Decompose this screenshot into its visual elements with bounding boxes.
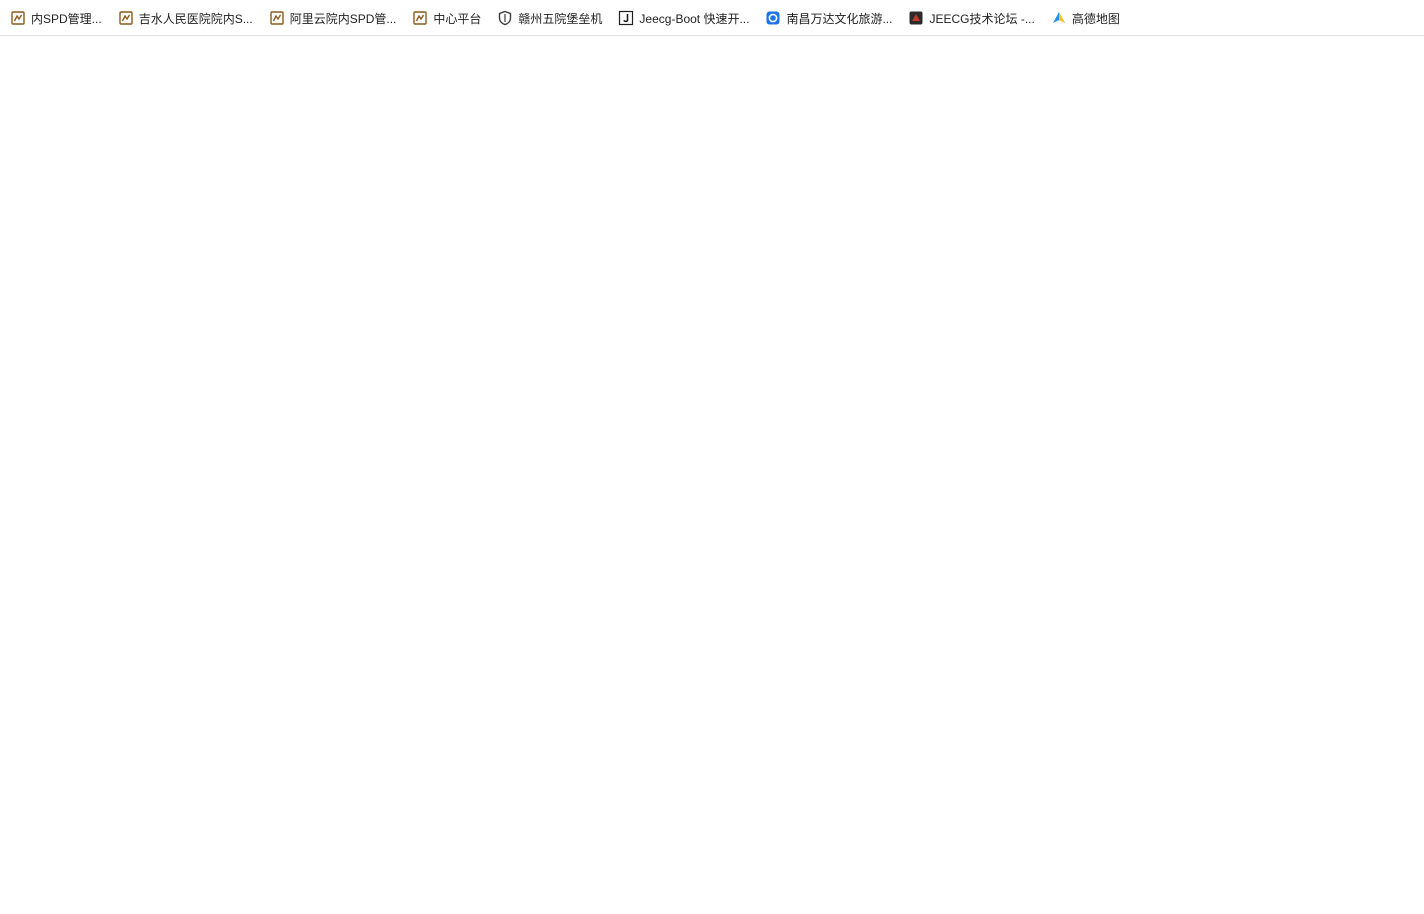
bookmark-label: 内SPD管理...: [31, 11, 102, 26]
bookmark-aliyun-spd[interactable]: 阿里云院内SPD管...: [261, 5, 405, 31]
bookmark-jeecg-forum[interactable]: JEECG技术论坛 -...: [900, 5, 1042, 31]
folder-doc-icon: [10, 10, 26, 26]
folder-doc-icon: [412, 10, 428, 26]
bookmarks-bar: 内SPD管理... 吉水人民医院院内S... 阿里云院内SPD管... 中心平台: [0, 0, 1424, 36]
blue-circle-logo-icon: [765, 10, 781, 26]
bookmark-label: 赣州五院堡垒机: [518, 11, 603, 26]
shield-icon: [497, 10, 513, 26]
bookmark-label: 吉水人民医院院内S...: [138, 11, 253, 26]
jeecg-forum-icon: [908, 10, 924, 26]
bookmark-label: 高德地图: [1071, 11, 1120, 26]
bookmark-nanchang-wanda[interactable]: 南昌万达文化旅游...: [757, 5, 900, 31]
bookmark-spd-management[interactable]: 内SPD管理...: [2, 5, 110, 31]
bookmark-jeecg-boot-quickstart[interactable]: Jeecg-Boot 快速开...: [610, 5, 757, 31]
bookmark-label: 南昌万达文化旅游...: [786, 11, 893, 26]
bookmark-label: 阿里云院内SPD管...: [289, 11, 397, 26]
bookmark-amap[interactable]: 高德地图: [1043, 5, 1128, 31]
bookmark-center-platform[interactable]: 中心平台: [404, 5, 489, 31]
amap-icon: [1051, 10, 1067, 26]
bookmark-label: Jeecg-Boot 快速开...: [639, 11, 750, 26]
folder-doc-icon: [118, 10, 134, 26]
folder-doc-icon: [269, 10, 285, 26]
bookmark-ganzhou-bastion[interactable]: 赣州五院堡垒机: [489, 5, 610, 31]
bookmark-jishui-hospital[interactable]: 吉水人民医院院内S...: [110, 5, 261, 31]
j-logo-icon: [618, 10, 634, 26]
bookmark-label: 中心平台: [433, 11, 482, 26]
bookmark-label: JEECG技术论坛 -...: [929, 11, 1035, 26]
bookmarks-row: 内SPD管理... 吉水人民医院院内S... 阿里云院内SPD管... 中心平台: [0, 0, 1424, 36]
